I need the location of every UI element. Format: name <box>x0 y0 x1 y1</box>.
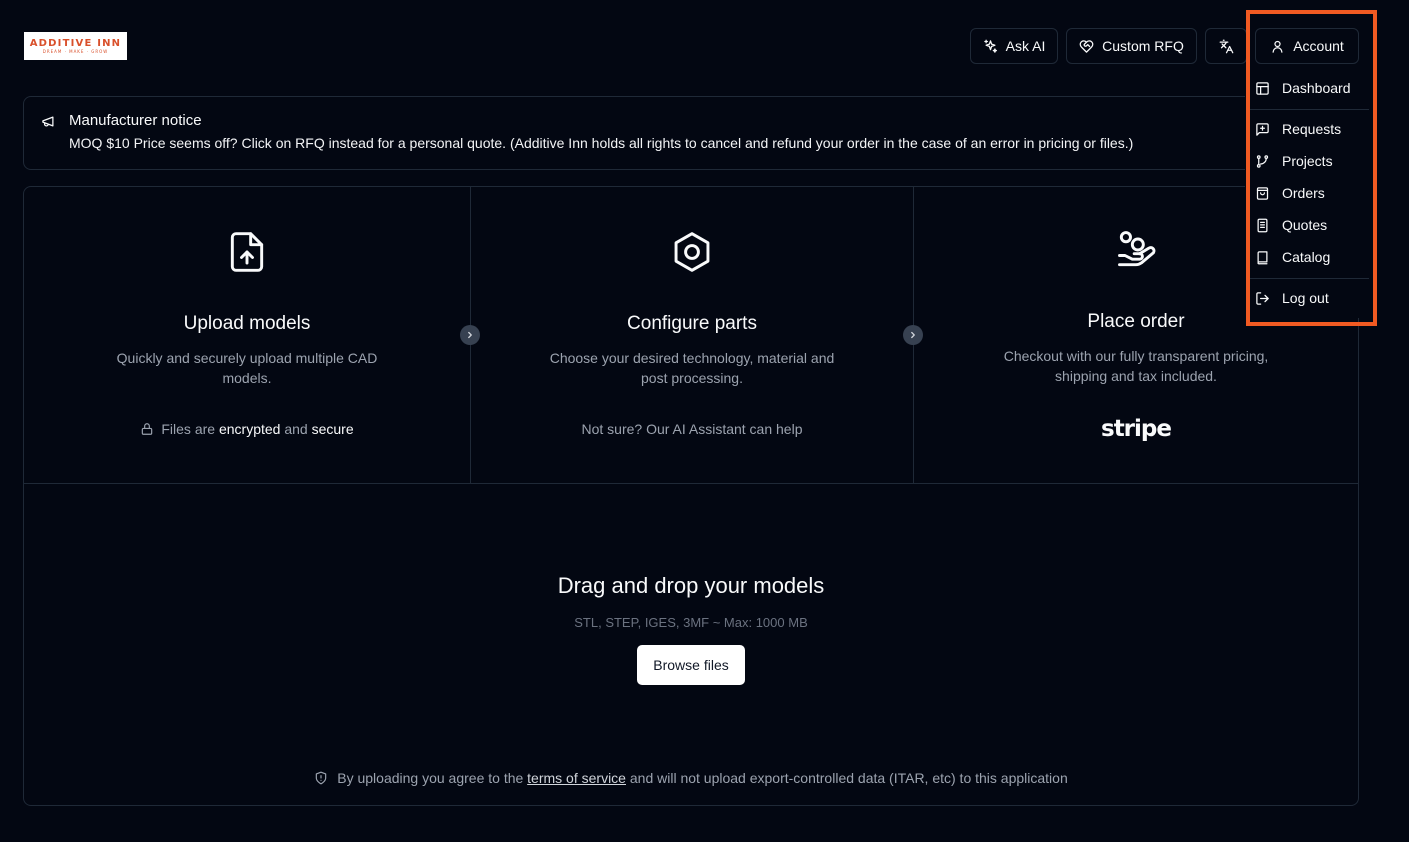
legal-notice: By uploading you agree to the terms of s… <box>24 770 1358 786</box>
dropzone-title: Drag and drop your models <box>557 573 825 598</box>
dropzone-formats: STL, STEP, IGES, 3MF ~ Max: 1000 MB <box>574 615 808 630</box>
step-upload-models: Upload models Quickly and securely uploa… <box>24 187 470 484</box>
step-configure-parts: Configure parts Choose your desired tech… <box>471 187 913 484</box>
menu-item-label: Quotes <box>1282 217 1328 233</box>
menu-item-dashboard[interactable]: Dashboard <box>1255 74 1365 102</box>
footer-secure: secure <box>311 421 354 437</box>
custom-rfq-label: Custom RFQ <box>1102 38 1184 54</box>
ask-ai-label: Ask AI <box>1005 38 1046 54</box>
legal-text-pre: By uploading you agree to the <box>337 770 524 786</box>
account-label: Account <box>1293 38 1344 54</box>
menu-item-label: Orders <box>1282 185 1325 201</box>
layout-dashboard-icon <box>1255 81 1270 96</box>
language-button[interactable] <box>1205 28 1247 64</box>
stripe-logo-text: stripe <box>1101 416 1172 442</box>
file-upload-icon <box>225 230 269 274</box>
menu-separator <box>1246 109 1369 110</box>
git-branch-icon <box>1255 154 1270 169</box>
steps-row: Upload models Quickly and securely uploa… <box>24 187 1358 484</box>
menu-item-label: Dashboard <box>1282 80 1351 96</box>
menu-item-label: Log out <box>1282 290 1329 306</box>
step-footer: Not sure? Our AI Assistant can help <box>581 421 803 437</box>
menu-item-orders[interactable]: Orders <box>1255 179 1365 207</box>
step-description: Quickly and securely upload multiple CAD… <box>116 350 378 386</box>
notice-text: MOQ $10 Price seems off? Click on RFQ in… <box>69 135 1134 151</box>
sparkles-icon <box>983 39 998 54</box>
lock-icon <box>140 422 154 436</box>
footer-text-and: and <box>284 421 308 437</box>
stripe-logo: stripe <box>914 416 1358 442</box>
custom-rfq-button[interactable]: Custom RFQ <box>1066 28 1197 64</box>
browse-files-button[interactable]: Browse files <box>637 645 745 685</box>
logo-tagline: DREAM · MAKE · GROW <box>42 48 109 54</box>
log-out-icon <box>1255 291 1270 306</box>
document-text-icon <box>1255 218 1270 233</box>
step-title: Upload models <box>183 313 311 334</box>
step-description: Choose your desired technology, material… <box>549 350 835 386</box>
heart-handshake-icon <box>1079 39 1094 54</box>
legal-text-post: and will not upload export-controlled da… <box>629 770 1068 786</box>
user-icon <box>1270 39 1285 54</box>
translate-icon <box>1219 39 1234 54</box>
hand-coins-icon <box>1114 228 1158 272</box>
menu-item-quotes[interactable]: Quotes <box>1255 211 1365 239</box>
manufacturer-notice: Manufacturer notice MOQ $10 Price seems … <box>23 96 1359 170</box>
menu-item-catalog[interactable]: Catalog <box>1255 243 1365 271</box>
shopping-bag-icon <box>1255 186 1270 201</box>
notice-title: Manufacturer notice <box>69 112 202 129</box>
account-menu: Dashboard Requests Projects Orders Quote… <box>1245 68 1370 318</box>
menu-separator <box>1246 278 1369 279</box>
menu-item-label: Requests <box>1282 121 1342 137</box>
brand-logo[interactable]: ADDITIVE INN DREAM · MAKE · GROW <box>24 32 127 60</box>
upload-panel: Upload models Quickly and securely uploa… <box>23 186 1359 806</box>
menu-item-label: Projects <box>1282 153 1333 169</box>
hexagon-nut-icon <box>670 230 714 274</box>
account-button[interactable]: Account <box>1255 28 1359 64</box>
message-square-plus-icon <box>1255 122 1270 137</box>
step-description: Checkout with our fully transparent pric… <box>1003 348 1269 384</box>
ask-ai-button[interactable]: Ask AI <box>970 28 1058 64</box>
step-title: Configure parts <box>627 313 757 334</box>
footer-text: Files are <box>161 421 216 437</box>
shield-icon <box>314 771 328 785</box>
logo-text: ADDITIVE INN <box>29 37 122 49</box>
megaphone-icon <box>41 114 56 129</box>
menu-item-label: Catalog <box>1282 249 1331 265</box>
terms-of-service-link[interactable]: terms of service <box>527 770 626 786</box>
footer-encrypted: encrypted <box>218 421 281 437</box>
menu-item-logout[interactable]: Log out <box>1255 284 1365 312</box>
step-footer: Files are encrypted and secure <box>24 421 470 437</box>
book-icon <box>1255 250 1270 265</box>
menu-item-projects[interactable]: Projects <box>1255 147 1365 175</box>
menu-item-requests[interactable]: Requests <box>1255 115 1365 143</box>
